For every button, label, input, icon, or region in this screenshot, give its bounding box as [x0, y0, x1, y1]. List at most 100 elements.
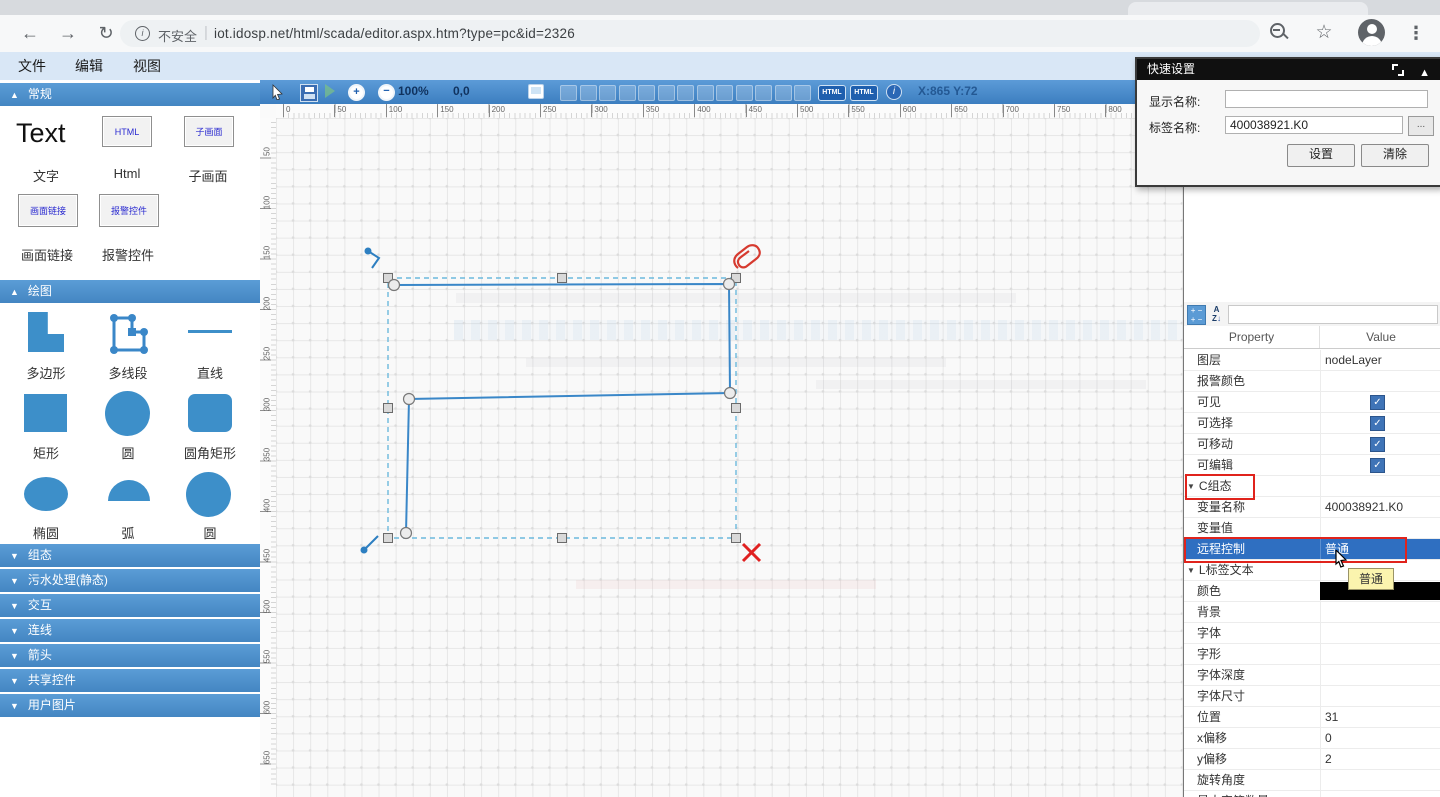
section-connectors[interactable]: ▼连线	[0, 619, 260, 642]
set-button[interactable]: 设置	[1287, 144, 1355, 167]
sort-az-icon[interactable]: AZ↓	[1208, 305, 1225, 323]
circle-icon[interactable]	[105, 391, 150, 436]
back-icon[interactable]: ←	[18, 21, 42, 45]
browser-zoom-icon[interactable]	[1270, 23, 1285, 38]
forward-icon[interactable]: →	[56, 21, 80, 45]
property-value[interactable]: 0	[1320, 728, 1440, 748]
section-shared[interactable]: ▼共享控件	[0, 669, 260, 692]
property-filter-box[interactable]	[1228, 305, 1438, 324]
property-value[interactable]	[1320, 518, 1440, 538]
property-row-10[interactable]: 远程控制普通	[1184, 539, 1440, 560]
checkbox-checked-icon[interactable]: ✓	[1370, 458, 1385, 473]
property-row-8[interactable]: 变量名称400038921.K0	[1184, 497, 1440, 518]
property-value[interactable]	[1320, 791, 1440, 797]
menu-view[interactable]: 视图	[133, 52, 161, 80]
property-value[interactable]	[1320, 476, 1440, 496]
section-user-images[interactable]: ▼用户图片	[0, 694, 260, 717]
property-value[interactable]	[1320, 371, 1440, 391]
line-icon[interactable]	[188, 330, 232, 333]
property-value[interactable]: 31	[1320, 707, 1440, 727]
clear-button[interactable]: 清除	[1361, 144, 1429, 167]
polygon-icon[interactable]	[28, 312, 64, 352]
palette-subscreen-tool[interactable]: 子画面	[184, 116, 234, 147]
property-row-5[interactable]: 可移动✓	[1184, 434, 1440, 455]
zoom-in-icon[interactable]: +	[348, 84, 365, 101]
design-canvas[interactable]	[276, 118, 1183, 797]
circle-icon[interactable]	[186, 472, 231, 517]
property-row-20[interactable]: y偏移2	[1184, 749, 1440, 770]
property-value[interactable]	[1320, 686, 1440, 706]
play-icon[interactable]	[325, 84, 335, 98]
tag-name-input[interactable]	[1225, 116, 1403, 134]
section-interaction[interactable]: ▼交互	[0, 594, 260, 617]
resize-handle[interactable]	[384, 404, 393, 413]
property-value[interactable]: nodeLayer	[1320, 350, 1440, 370]
ellipse-icon[interactable]	[24, 477, 68, 511]
polyline-icon[interactable]	[106, 310, 150, 356]
avatar[interactable]	[1358, 19, 1385, 46]
vertex-handle[interactable]	[725, 388, 736, 399]
vertex-handle[interactable]	[389, 280, 400, 291]
property-value[interactable]	[1320, 602, 1440, 622]
section-general[interactable]: ▲常规	[0, 83, 260, 106]
resize-handle[interactable]	[732, 404, 741, 413]
dock-icon[interactable]	[1392, 64, 1404, 76]
info-icon[interactable]: i	[886, 84, 902, 100]
rect-icon[interactable]	[24, 394, 67, 432]
browser-menu-icon[interactable]: ⋮	[1404, 21, 1428, 45]
vertex-handle[interactable]	[404, 394, 415, 405]
display-name-input[interactable]	[1225, 90, 1428, 108]
save-icon[interactable]	[300, 84, 318, 102]
rounded-rect-icon[interactable]	[188, 394, 232, 432]
property-row-4[interactable]: 可选择✓	[1184, 413, 1440, 434]
property-value[interactable]	[1320, 644, 1440, 664]
property-row-21[interactable]: 旋转角度	[1184, 770, 1440, 791]
vertex-handle[interactable]	[724, 279, 735, 290]
resize-handle[interactable]	[384, 534, 393, 543]
html-view-icon[interactable]: HTML	[850, 85, 878, 101]
canvas-settings-icon[interactable]	[528, 84, 544, 99]
menu-edit[interactable]: 编辑	[75, 52, 103, 80]
checkbox-checked-icon[interactable]: ✓	[1370, 437, 1385, 452]
html-export-icon[interactable]: HTML	[818, 85, 846, 101]
checkbox-checked-icon[interactable]: ✓	[1370, 395, 1385, 410]
zoom-out-icon[interactable]: −	[378, 84, 395, 101]
property-row-19[interactable]: x偏移0	[1184, 728, 1440, 749]
reload-icon[interactable]: ↻	[94, 21, 118, 45]
property-value[interactable]	[1320, 623, 1440, 643]
section-components[interactable]: ▼组态	[0, 544, 260, 567]
property-row-17[interactable]: 字体尺寸	[1184, 686, 1440, 707]
page-info-icon[interactable]: i	[135, 26, 150, 41]
palette-text-tool[interactable]: Text	[16, 118, 66, 149]
bookmark-star-icon[interactable]: ☆	[1312, 21, 1336, 45]
property-row-16[interactable]: 字体深度	[1184, 665, 1440, 686]
property-row-14[interactable]: 字体	[1184, 623, 1440, 644]
property-row-3[interactable]: 可见✓	[1184, 392, 1440, 413]
palette-html-tool[interactable]: HTML	[102, 116, 152, 147]
property-row-9[interactable]: 变量值	[1184, 518, 1440, 539]
property-row-1[interactable]: 图层nodeLayer	[1184, 350, 1440, 371]
property-row-13[interactable]: 背景	[1184, 602, 1440, 623]
property-row-15[interactable]: 字形	[1184, 644, 1440, 665]
section-arrows[interactable]: ▼箭头	[0, 644, 260, 667]
arc-icon[interactable]	[108, 480, 150, 501]
menu-file[interactable]: 文件	[18, 52, 46, 80]
selected-polyline-shape[interactable]	[276, 118, 1183, 797]
section-draw[interactable]: ▲绘图	[0, 280, 260, 303]
property-row-11[interactable]: ▼L标签文本	[1184, 560, 1440, 581]
palette-screenlink-tool[interactable]: 画面链接	[18, 194, 78, 227]
property-value[interactable]	[1320, 665, 1440, 685]
property-row-18[interactable]: 位置31	[1184, 707, 1440, 728]
property-row-22[interactable]: 最大字符数量	[1184, 791, 1440, 797]
section-sewage[interactable]: ▼污水处理(静态)	[0, 569, 260, 592]
browse-tag-button[interactable]: ...	[1408, 116, 1434, 136]
collapse-arrow-icon[interactable]: ▲	[1419, 63, 1430, 84]
vertex-handle[interactable]	[401, 528, 412, 539]
resize-handle[interactable]	[558, 534, 567, 543]
property-row-7[interactable]: ▼C组态	[1184, 476, 1440, 497]
property-value[interactable]: 2	[1320, 749, 1440, 769]
property-row-2[interactable]: 报警颜色	[1184, 371, 1440, 392]
checkbox-checked-icon[interactable]: ✓	[1370, 416, 1385, 431]
property-value[interactable]	[1320, 770, 1440, 790]
resize-handle[interactable]	[558, 274, 567, 283]
